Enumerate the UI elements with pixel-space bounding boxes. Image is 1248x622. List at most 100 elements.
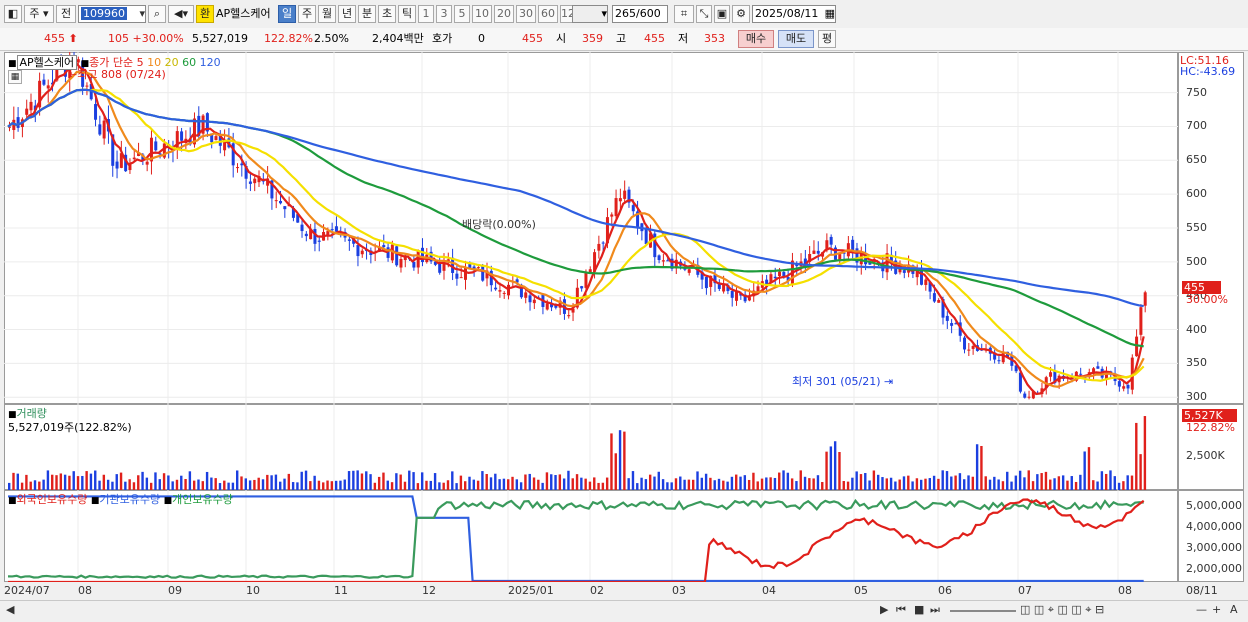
candle-body <box>180 131 184 141</box>
volume-bar <box>283 478 286 490</box>
prev-button[interactable]: 전 <box>56 5 76 23</box>
last-icon[interactable]: ⏭ <box>930 603 940 617</box>
first-icon[interactable]: ⏮ <box>896 603 906 617</box>
period-type-select[interactable]: 주 ▾ <box>24 5 54 23</box>
zoom-in-icon[interactable]: + <box>1212 603 1221 616</box>
volume-bar <box>773 477 777 490</box>
candle-body <box>334 226 338 232</box>
volume-bar <box>683 479 686 490</box>
x-axis-tick: 10 <box>246 584 260 597</box>
zoom-out-icon[interactable]: — <box>1196 603 1207 616</box>
interval-button[interactable]: 3 <box>436 5 452 23</box>
tab-period[interactable]: 틱 <box>398 5 416 23</box>
interval-button[interactable]: 30 <box>516 5 536 23</box>
volume-bar <box>433 473 437 490</box>
volume-current-pct: 122.82% <box>1186 421 1235 434</box>
tab-period[interactable]: 년 <box>338 5 356 23</box>
sell-button[interactable]: 매도 <box>778 30 814 48</box>
volume-bar <box>580 477 583 490</box>
x-axis-tick: 2024/07 <box>4 584 50 597</box>
legend-institution: 기관보유수량 <box>99 493 161 506</box>
table-icon[interactable]: ▦ <box>8 70 22 84</box>
stock-code-input[interactable]: 109960 ▾ <box>78 5 146 23</box>
ma20-label: 20 <box>164 56 179 69</box>
volume-bar <box>528 473 531 490</box>
volume-bar <box>223 480 226 490</box>
volume-bar <box>1122 481 1125 490</box>
candle-body <box>132 157 136 160</box>
tab-period[interactable]: 초 <box>378 5 396 23</box>
x-axis-tick: 2025/01 <box>508 584 554 597</box>
font-size-icon[interactable]: A <box>1230 603 1238 616</box>
interval-button[interactable]: 20 <box>494 5 514 23</box>
candle-body <box>812 250 816 254</box>
tab-period[interactable]: 분 <box>358 5 376 23</box>
count-input[interactable]: 265/600 <box>612 5 668 23</box>
volume-bar <box>1079 474 1082 490</box>
volume-bar <box>76 476 80 490</box>
volume-bar <box>287 473 291 490</box>
gear-icon[interactable]: ⚙ <box>732 5 750 23</box>
volume-bar <box>158 479 161 490</box>
volume-bar <box>485 474 488 490</box>
volume-bar <box>128 479 131 490</box>
search-icon[interactable]: ⌕ <box>148 5 166 23</box>
volume-bar <box>752 472 755 490</box>
volume-bar <box>227 482 230 490</box>
tab-period[interactable]: 일 <box>278 5 296 23</box>
eval-button[interactable]: 평 <box>818 30 836 48</box>
volume-bar <box>330 481 334 490</box>
candle-body <box>455 273 459 279</box>
volume-bar <box>765 477 768 490</box>
x-axis-tick: 08 <box>78 584 92 597</box>
candle-body <box>937 300 941 303</box>
interval-button[interactable]: 5 <box>454 5 470 23</box>
stop-icon[interactable]: ■ <box>914 603 924 616</box>
date-input[interactable]: 2025/08/11 ▦ <box>752 5 836 23</box>
volume-bar <box>1117 482 1121 490</box>
volume-bar <box>347 471 351 490</box>
volume-ratio: 122.82% <box>264 32 313 45</box>
candle-body <box>412 262 416 268</box>
interval-button[interactable]: 10 <box>472 5 492 23</box>
volume-bar <box>735 474 738 490</box>
candle-body <box>25 108 29 115</box>
interval-button[interactable]: 60 <box>538 5 558 23</box>
volume-bar <box>55 475 58 490</box>
window-menu-icon[interactable]: ◧ <box>4 5 22 23</box>
trend-icon[interactable]: ⤡ <box>696 5 712 23</box>
save-icon[interactable]: ▣ <box>714 5 730 23</box>
candle-body <box>945 315 949 321</box>
tab-period[interactable]: 주 <box>298 5 316 23</box>
candle-body <box>528 295 532 303</box>
speaker-icon[interactable]: ◀▾ <box>168 5 194 23</box>
volume-bar <box>709 477 712 490</box>
volume-bar <box>373 482 377 490</box>
volume-bar <box>390 482 394 490</box>
zoom-slider[interactable] <box>950 610 1016 612</box>
volume-bar <box>816 475 820 490</box>
volume-bar <box>1139 454 1142 490</box>
chart-style-icon[interactable]: ⌗ <box>674 5 694 23</box>
volume-bar <box>192 480 196 490</box>
volume-bar <box>584 478 587 490</box>
tab-period[interactable]: 월 <box>318 5 336 23</box>
volume-bar <box>85 471 88 490</box>
candle-body <box>661 260 665 262</box>
volume-bar <box>958 473 962 490</box>
volume-bar <box>932 475 936 490</box>
interval-custom-select[interactable]: ▾ <box>572 5 608 23</box>
volume-bar <box>326 480 329 490</box>
tool-icons[interactable]: ◫ ◫ ⌖ ◫ ◫ ⌖ ⊟ <box>1020 603 1104 617</box>
volume-bar <box>907 475 910 490</box>
holding-y-tick: 5,000,000 <box>1186 499 1242 512</box>
volume-bar <box>872 470 876 490</box>
volume-bar <box>377 476 381 490</box>
volume-bar <box>855 471 858 490</box>
exchange-badge[interactable]: 환 <box>196 5 214 23</box>
volume-bar <box>94 470 97 490</box>
buy-button[interactable]: 매수 <box>738 30 774 48</box>
scroll-left-icon[interactable]: ◀ <box>6 603 14 616</box>
interval-button[interactable]: 1 <box>418 5 434 23</box>
scroll-right-icon[interactable]: ▶ <box>880 603 888 616</box>
